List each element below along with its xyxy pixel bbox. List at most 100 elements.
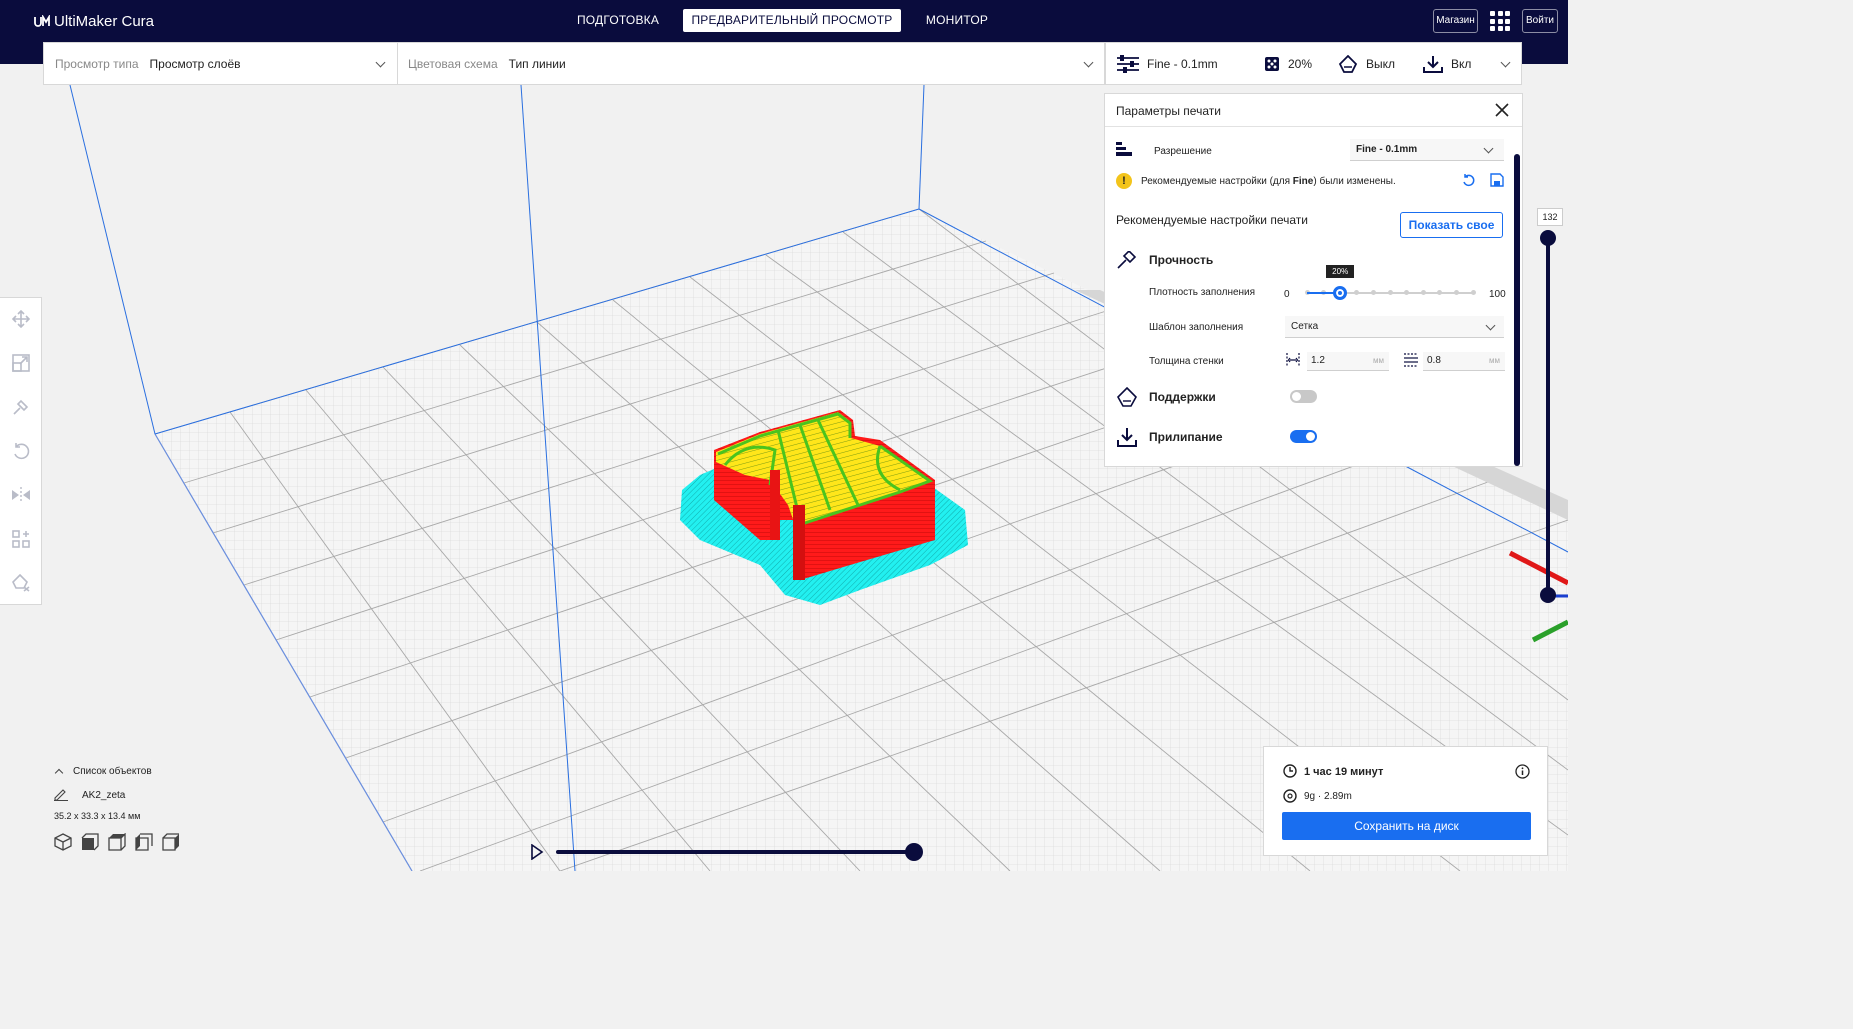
- warning-icon: !: [1116, 173, 1132, 189]
- material-estimate: 9g · 2.89m: [1304, 791, 1352, 802]
- adhesion-value: Вкл: [1451, 56, 1472, 71]
- apps-grid-icon[interactable]: [1490, 11, 1510, 31]
- scale-tool-icon[interactable]: [10, 352, 32, 374]
- support-value: Выкл: [1366, 56, 1396, 71]
- view-type-label: Просмотр типа: [55, 56, 139, 71]
- chevron-down-icon: [375, 57, 386, 68]
- infill-pattern-label: Шаблон заполнения: [1149, 322, 1244, 333]
- resolution-dropdown[interactable]: Fine - 0.1mm: [1350, 139, 1504, 161]
- infill-max-label: 100: [1489, 289, 1506, 300]
- top-bottom-thickness-input[interactable]: 0.8 мм: [1423, 352, 1505, 371]
- 3d-view-icon[interactable]: [54, 833, 72, 851]
- infill-pattern-value: Сетка: [1291, 321, 1319, 332]
- sign-in-button[interactable]: Войти: [1522, 9, 1558, 33]
- infill-slider-tick: [1387, 290, 1393, 295]
- color-scheme-label: Цветовая схема: [408, 56, 498, 71]
- resolution-value: Fine - 0.1mm: [1356, 144, 1418, 155]
- settings-changed-warning: Рекомендуемые настройки (для Fine) были …: [1141, 176, 1396, 187]
- layer-number-input[interactable]: 132: [1537, 208, 1563, 226]
- chevron-down-icon: [1483, 143, 1494, 154]
- support-toggle[interactable]: [1290, 390, 1317, 403]
- move-tool-icon[interactable]: [10, 308, 32, 330]
- strength-heading: Прочность: [1116, 251, 1213, 269]
- support-summary: Выкл: [1338, 43, 1395, 84]
- support-icon: [1117, 387, 1137, 407]
- panel-title: Параметры печати: [1116, 104, 1221, 118]
- top-view-icon[interactable]: [108, 833, 126, 851]
- tab-preview[interactable]: ПРЕДВАРИТЕЛЬНЫЙ ПРОСМОТР: [683, 9, 901, 32]
- reset-icon[interactable]: [1462, 173, 1476, 187]
- panel-scrollbar[interactable]: [1514, 154, 1520, 466]
- sliders-icon: [1117, 54, 1139, 73]
- chevron-down-icon: [1485, 320, 1496, 331]
- path-slider-handle[interactable]: [905, 843, 923, 861]
- spool-icon: [1283, 789, 1297, 803]
- support-heading: Поддержки: [1116, 387, 1216, 407]
- layer-slider-top-handle[interactable]: [1540, 230, 1556, 246]
- rotate-tool-icon[interactable]: [10, 396, 32, 418]
- object-list: Список объектов AK2_zeta 35.2 x 33.3 x 1…: [54, 766, 180, 851]
- layer-slider-bottom-handle[interactable]: [1540, 587, 1556, 603]
- tool-sidebar: [0, 297, 42, 605]
- print-time: 1 час 19 минут: [1304, 766, 1384, 778]
- clock-icon: [1283, 764, 1297, 778]
- infill-icon: [1265, 56, 1279, 71]
- play-icon[interactable]: [530, 844, 544, 860]
- panel-header: Параметры печати: [1105, 94, 1522, 127]
- wall-thickness-label: Толщина стенки: [1149, 356, 1224, 367]
- close-icon[interactable]: [1494, 102, 1510, 118]
- infill-density-label: Плотность заполнения: [1149, 287, 1256, 298]
- layer-slider-track[interactable]: [1546, 237, 1550, 597]
- view-options-bar: Просмотр типа Просмотр слоёв Цветовая сх…: [43, 42, 1105, 85]
- infill-min-label: 0: [1284, 289, 1290, 300]
- resolution-icon: [1116, 142, 1132, 156]
- app-title: UltiMaker Cura: [54, 12, 155, 30]
- right-view-icon[interactable]: [162, 833, 180, 851]
- tab-prepare[interactable]: ПОДГОТОВКА: [556, 9, 680, 32]
- infill-pattern-dropdown[interactable]: Сетка: [1285, 316, 1504, 338]
- marketplace-button[interactable]: Магазин: [1433, 9, 1478, 33]
- support-blocker-icon[interactable]: [10, 572, 32, 594]
- color-scheme-dropdown[interactable]: Цветовая схема Тип линии: [408, 43, 1098, 84]
- path-slider-track[interactable]: [556, 850, 914, 854]
- profile-summary: Fine - 0.1mm: [1117, 43, 1218, 84]
- per-model-settings-icon[interactable]: [10, 528, 32, 550]
- wall-thickness-input[interactable]: 1.2 мм: [1307, 352, 1389, 371]
- infill-slider-tick: [1453, 290, 1459, 295]
- resolution-label: Разрешение: [1154, 146, 1212, 157]
- infill-slider-tick: [1420, 290, 1426, 295]
- adhesion-toggle[interactable]: [1290, 430, 1317, 443]
- adhesion-heading: Прилипание: [1116, 427, 1223, 447]
- support-icon: [1338, 54, 1358, 73]
- edit-pencil-icon[interactable]: [54, 789, 68, 801]
- undo-rotate-icon[interactable]: [10, 440, 32, 462]
- print-estimate-panel: 1 час 19 минут 9g · 2.89m Сохранить на д…: [1263, 746, 1548, 856]
- mirror-tool-icon[interactable]: [10, 484, 32, 506]
- infill-slider-tick: [1370, 290, 1376, 295]
- left-view-icon[interactable]: [135, 833, 153, 851]
- save-profile-icon[interactable]: [1490, 173, 1504, 187]
- view-type-value: Просмотр слоёв: [149, 56, 241, 71]
- tab-monitor[interactable]: МОНИТОР: [905, 9, 1009, 32]
- chevron-down-icon: [1500, 57, 1511, 68]
- view-type-dropdown[interactable]: Просмотр типа Просмотр слоёв: [55, 43, 395, 84]
- divider: [397, 43, 398, 84]
- infill-slider-handle[interactable]: [1333, 286, 1348, 300]
- infill-slider-tick: [1470, 290, 1476, 295]
- infill-slider-tick: [1437, 290, 1443, 295]
- info-icon[interactable]: [1515, 764, 1530, 779]
- show-custom-button[interactable]: Показать свое: [1400, 212, 1503, 238]
- camera-view-buttons: [54, 833, 180, 851]
- front-view-icon[interactable]: [81, 833, 99, 851]
- adhesion-icon: [1117, 428, 1137, 447]
- print-settings-summary[interactable]: Fine - 0.1mm 20% Выкл Вкл: [1105, 42, 1522, 85]
- infill-density-slider[interactable]: [1304, 286, 1476, 300]
- object-list-header[interactable]: Список объектов: [54, 766, 180, 778]
- print-settings-panel: Параметры печати Разрешение Fine - 0.1mm…: [1104, 93, 1523, 467]
- infill-slider-tick: [1404, 290, 1410, 295]
- infill-slider-tick: [1354, 290, 1360, 295]
- profile-value: Fine - 0.1mm: [1147, 56, 1218, 71]
- infill-summary: 20%: [1264, 43, 1312, 84]
- object-name: AK2_zeta: [82, 789, 126, 801]
- save-to-disk-button[interactable]: Сохранить на диск: [1282, 812, 1531, 840]
